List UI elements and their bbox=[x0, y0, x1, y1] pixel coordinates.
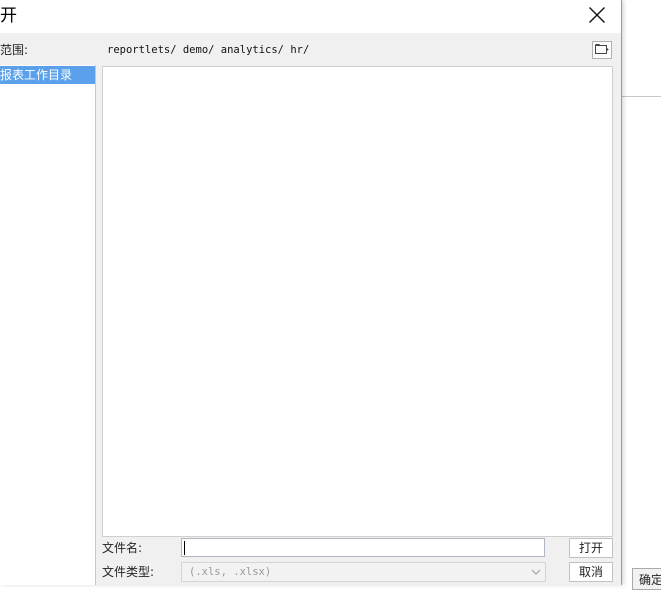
background-panel bbox=[621, 96, 661, 586]
scope-label: 范围: bbox=[0, 43, 29, 57]
filetype-select[interactable]: (.xls, .xlsx) bbox=[181, 562, 546, 582]
cancel-button[interactable]: 取消 bbox=[569, 562, 613, 582]
file-list[interactable] bbox=[102, 66, 613, 537]
background-confirm-button[interactable]: 确定 bbox=[632, 568, 661, 590]
title-bar: 开 bbox=[0, 0, 621, 33]
filename-label: 文件名: bbox=[102, 541, 143, 555]
dialog-title: 开 bbox=[0, 6, 17, 26]
close-button[interactable] bbox=[582, 1, 612, 31]
filetype-label: 文件类型: bbox=[102, 565, 155, 579]
tree-item-label: 报表工作目录 bbox=[0, 68, 73, 82]
chevron-down-icon bbox=[527, 563, 545, 581]
tree-item-report-directory[interactable]: 报表工作目录 bbox=[0, 66, 95, 84]
open-button[interactable]: 打开 bbox=[569, 538, 613, 558]
path-breadcrumb[interactable]: reportlets/ demo/ analytics/ hr/ bbox=[107, 42, 309, 58]
directory-tree[interactable]: 报表工作目录 bbox=[0, 65, 96, 585]
new-folder-icon bbox=[595, 43, 609, 58]
filename-input[interactable] bbox=[181, 538, 545, 557]
new-folder-button[interactable] bbox=[592, 41, 612, 59]
filetype-value: (.xls, .xlsx) bbox=[189, 566, 272, 578]
text-caret bbox=[184, 541, 185, 555]
open-file-dialog: 开 范围: 报表工作目录 reportlets/ demo/ analytics… bbox=[0, 0, 622, 585]
close-icon bbox=[588, 6, 606, 27]
